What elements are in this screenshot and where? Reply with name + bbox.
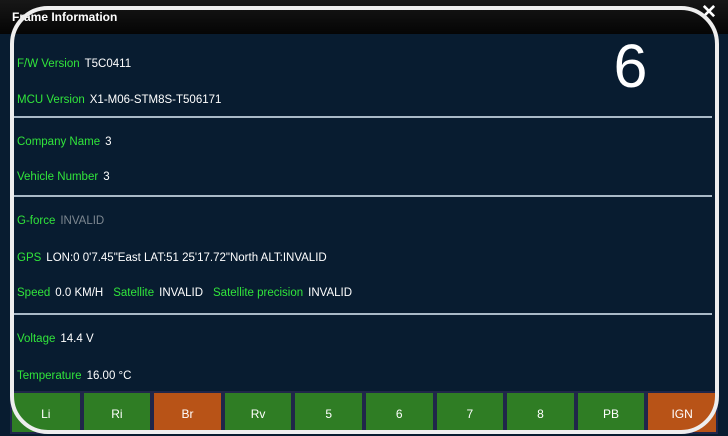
close-icon[interactable]: ✕ [701,3,717,23]
status-button-pb[interactable]: PB [575,391,647,434]
status-button-8[interactable]: 8 [505,391,576,434]
temperature-row: Temperature 16.00 °C [17,366,131,386]
vehicle-number-label: Vehicle Number [17,171,99,183]
status-button-ign[interactable]: IGN [646,391,718,434]
company-name-row: Company Name 3 [17,132,112,152]
vehicle-number-value: 3 [103,171,110,183]
speed-value: 0.0 KM/H [55,287,104,299]
satellite-precision-label: Satellite precision [213,287,304,299]
status-button-li[interactable]: Li [10,391,82,434]
satellite-precision-value: INVALID [308,287,353,299]
company-name-label: Company Name [17,136,101,148]
status-button-6[interactable]: 6 [363,391,435,434]
speed-satellite-row: Speed 0.0 KM/H Satellite INVALID Satellite p… [17,283,352,303]
speed-label: Speed [17,287,51,299]
status-button-rv[interactable]: Rv [222,391,294,434]
voltage-value: 14.4 V [60,333,94,345]
g-force-label: G-force [17,215,56,227]
g-force-value: INVALID [60,215,105,227]
gps-value: LON:0 0'7.45"East LAT:51 25'17.72"North … [46,252,327,264]
window-title: Frame Information [12,10,118,24]
section-divider [10,195,712,197]
satellite-pair: Satellite INVALID [113,287,203,299]
temperature-value: 16.00 °C [86,370,132,382]
vehicle-number-row: Vehicle Number 3 [17,167,110,187]
voltage-row: Voltage 14.4 V [17,329,94,349]
window-titlebar: Frame Information ✕ [0,0,728,34]
temperature-label: Temperature [17,370,82,382]
firmware-version-row: F/W Version T5C0411 [17,54,131,74]
status-button-ri[interactable]: Ri [81,391,153,434]
firmware-version-value: T5C0411 [84,58,132,70]
satellite-precision-pair: Satellite precision INVALID [213,287,352,299]
company-name-value: 3 [105,136,112,148]
status-button-bar: Li Ri Br Rv 5 6 7 8 PB IGN [10,391,718,434]
status-button-5[interactable]: 5 [293,391,364,434]
overlay-step-number: 6 [613,32,648,100]
section-divider [10,313,712,315]
g-force-row: G-force INVALID [17,211,104,231]
mcu-version-label: MCU Version [17,94,85,106]
mcu-version-value: X1-M06-STM8S-T506171 [89,94,222,106]
gps-row: GPS LON:0 0'7.45"East LAT:51 25'17.72"Nor… [17,248,327,268]
voltage-label: Voltage [17,333,56,345]
mcu-version-row: MCU Version X1-M06-STM8S-T506171 [17,90,221,110]
frame-information-window: Frame Information ✕ F/W Version T5C0411 M… [0,0,728,436]
status-button-br[interactable]: Br [152,391,223,434]
section-divider [10,116,712,118]
firmware-version-label: F/W Version [17,58,80,70]
gps-label: GPS [17,252,42,264]
speed-pair: Speed 0.0 KM/H [17,287,103,299]
satellite-value: INVALID [159,287,204,299]
status-button-7[interactable]: 7 [434,391,506,434]
satellite-label: Satellite [113,287,155,299]
